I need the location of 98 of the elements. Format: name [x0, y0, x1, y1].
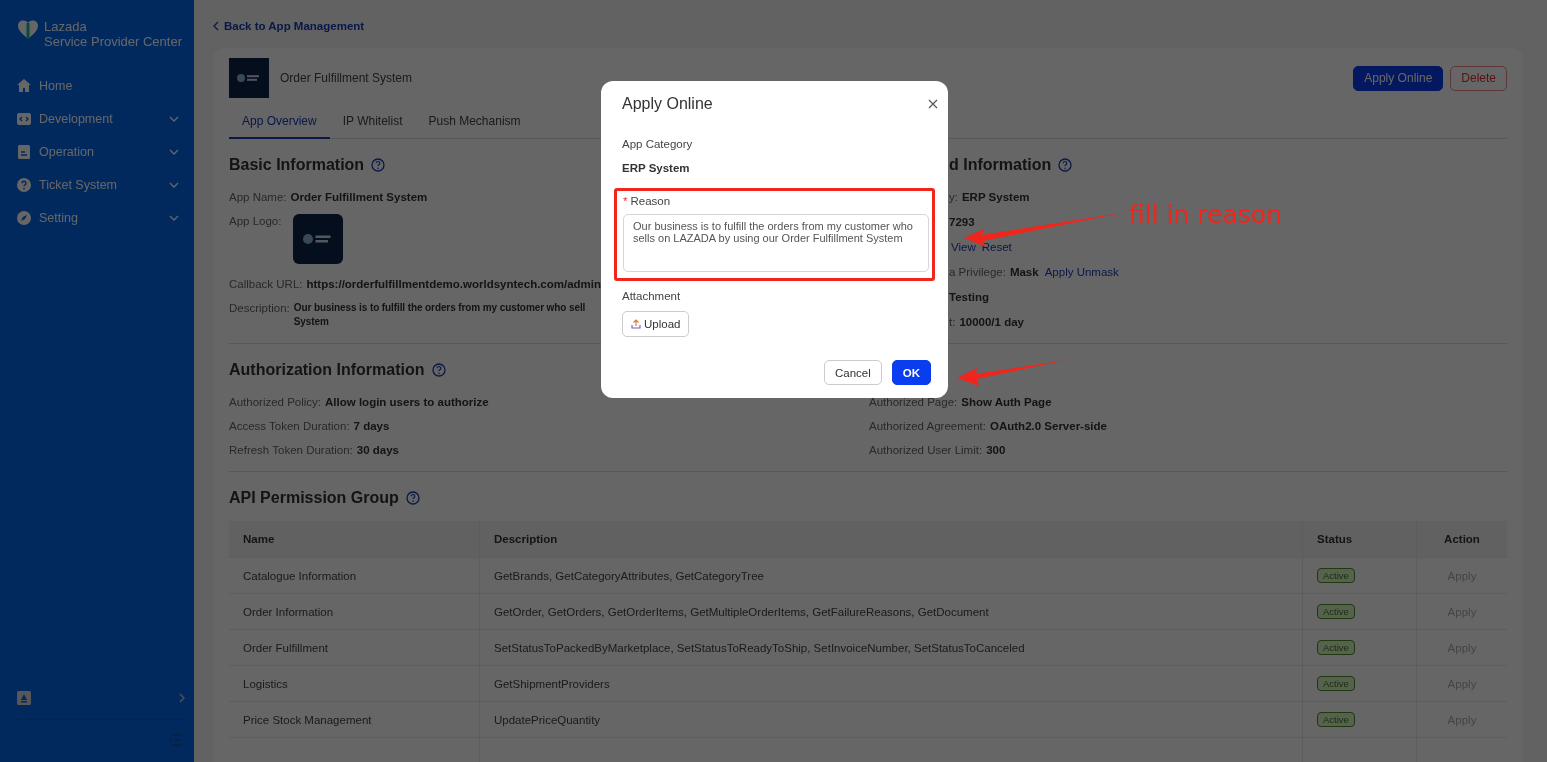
help-icon	[431, 363, 446, 377]
cancel-button[interactable]: Cancel	[823, 360, 882, 385]
field-value: Our business is to fulfill the orders from my customer who sell	[293, 301, 586, 315]
field-label: t:	[949, 315, 956, 329]
field-label: App Category	[622, 138, 694, 152]
menu-item[interactable]: Operation	[0, 135, 194, 168]
table-cell: UpdatePriceQuantity	[479, 701, 1303, 738]
tab[interactable]: IP Whitelist	[329, 110, 416, 139]
close-button[interactable]	[928, 99, 938, 109]
code-icon	[16, 110, 32, 127]
column-header: Status	[1302, 521, 1417, 558]
status-tag: Active	[1317, 676, 1355, 691]
tab[interactable]: Push Mechanism	[415, 110, 534, 139]
app-logo	[229, 58, 269, 98]
home-icon	[16, 77, 32, 94]
brand-name: Lazada	[44, 19, 88, 34]
brand-name: Service Provider Center	[44, 34, 182, 49]
reason-field[interactable]: Our business is to fulfill the orders from my customer who sells on LAZADA by using our Order Fulfillment System	[623, 214, 929, 272]
field-label: App Name:	[229, 190, 287, 204]
menu-item[interactable]: Ticket System	[0, 168, 194, 201]
field-label: Authorized Page:	[869, 395, 958, 409]
column-header: Description	[479, 521, 1303, 558]
chevron-right-icon	[179, 693, 185, 703]
help-icon	[405, 491, 420, 505]
status-tag: Active	[1317, 712, 1355, 727]
field-value: 7 days	[353, 419, 390, 433]
menu-item[interactable]: Home	[0, 69, 194, 102]
field-value: 300	[986, 443, 1006, 457]
ok-button[interactable]: OK	[891, 360, 931, 385]
field-value: https://orderfulfillmentdemo.worldsyntech.com/admin	[306, 277, 602, 291]
field-label: App Logo:	[229, 214, 282, 228]
field-value: Mask	[1009, 265, 1039, 279]
field-value: Allow login users to authorize	[325, 395, 489, 409]
help-icon	[371, 158, 386, 172]
link[interactable]: Apply Unmask	[1044, 265, 1119, 279]
menu-item[interactable]: Development	[0, 102, 194, 135]
status-tag: Active	[1317, 568, 1355, 583]
user-icon	[17, 691, 31, 705]
table-cell: GetBrands, GetCategoryAttributes, GetCategoryTree	[479, 557, 1303, 594]
document-icon	[16, 143, 32, 160]
field-label: Reason	[630, 195, 671, 209]
field-value: OAuth2.0 Server-side	[990, 419, 1107, 433]
apply-button[interactable]: Apply Online	[1353, 65, 1444, 91]
field-value: ERP System	[961, 190, 1030, 204]
table-cell: SetStatusToPackedByMarketplace, SetStatusToReadyToShip, SetInvoiceNumber, SetStatusToCanceled	[479, 629, 1303, 666]
help-icon	[1058, 158, 1073, 172]
column-header: Action	[1416, 521, 1507, 558]
back-link[interactable]: Back to App Management	[213, 18, 365, 34]
close-icon	[928, 99, 938, 109]
column-header: Name	[229, 521, 480, 558]
field-label: Description:	[229, 301, 290, 315]
field-label: Authorized User Limit:	[869, 443, 983, 457]
field-label: Authorized Policy:	[229, 395, 322, 409]
table-cell: GetShipmentProviders	[479, 665, 1303, 702]
section-title: d Information	[949, 156, 1052, 174]
table-cell: GetOrder, GetOrders, GetOrderItems, GetMultipleOrderItems, GetFailureReasons, GetDocument	[479, 593, 1303, 630]
tab[interactable]: App Overview	[229, 110, 330, 139]
link[interactable]: View	[951, 240, 976, 254]
upload-icon	[631, 319, 641, 329]
section-title: API Permission Group	[229, 489, 399, 507]
required-mark: *	[623, 195, 628, 209]
menu-item[interactable]: Setting	[0, 201, 194, 234]
field-value: 7293	[949, 215, 975, 229]
table-cell: Order Fulfillment	[229, 629, 480, 666]
status-tag: Active	[1317, 640, 1355, 655]
dialog-title: Apply Online	[622, 95, 713, 113]
field-value: 10000/1 day	[959, 315, 1024, 329]
field-value: Testing	[949, 290, 990, 304]
app-name: Order Fulfillment System	[280, 71, 413, 85]
status-tag: Active	[1317, 604, 1355, 619]
table-cell: Order Information	[229, 593, 480, 630]
section-title: Authorization Information	[229, 361, 425, 379]
table-cell: Catalogue Information	[229, 557, 480, 594]
section-title: Basic Information	[229, 156, 365, 174]
delete-button[interactable]: Delete	[1450, 65, 1507, 91]
chevron-left-icon	[213, 21, 219, 31]
compass-icon	[16, 209, 32, 226]
link[interactable]: Reset	[981, 240, 1012, 254]
field-value: System	[293, 315, 329, 329]
table-cell: Price Stock Management	[229, 701, 480, 738]
field-label: Access Token Duration:	[229, 419, 350, 433]
collapse-icon	[168, 734, 182, 746]
field-value: Show Auth Page	[961, 395, 1052, 409]
field-label: Callback URL:	[229, 277, 303, 291]
field-label: a Privilege:	[949, 265, 1006, 279]
annotation-text: fill in reason	[1129, 200, 1282, 229]
help-icon	[16, 176, 32, 193]
field-value: Order Fulfillment System	[290, 190, 428, 204]
app-logo	[293, 214, 344, 264]
field-label: Authorized Agreement:	[869, 419, 986, 433]
field-value: ERP System	[622, 162, 691, 174]
heart-logo-icon	[16, 19, 40, 41]
field-label: Refresh Token Duration:	[229, 443, 353, 457]
field-label: Attachment	[622, 290, 682, 304]
table-cell: Logistics	[229, 665, 480, 702]
field-label: y:	[949, 190, 958, 204]
upload-button[interactable]: Upload	[622, 311, 690, 337]
field-value: 30 days	[356, 443, 399, 457]
